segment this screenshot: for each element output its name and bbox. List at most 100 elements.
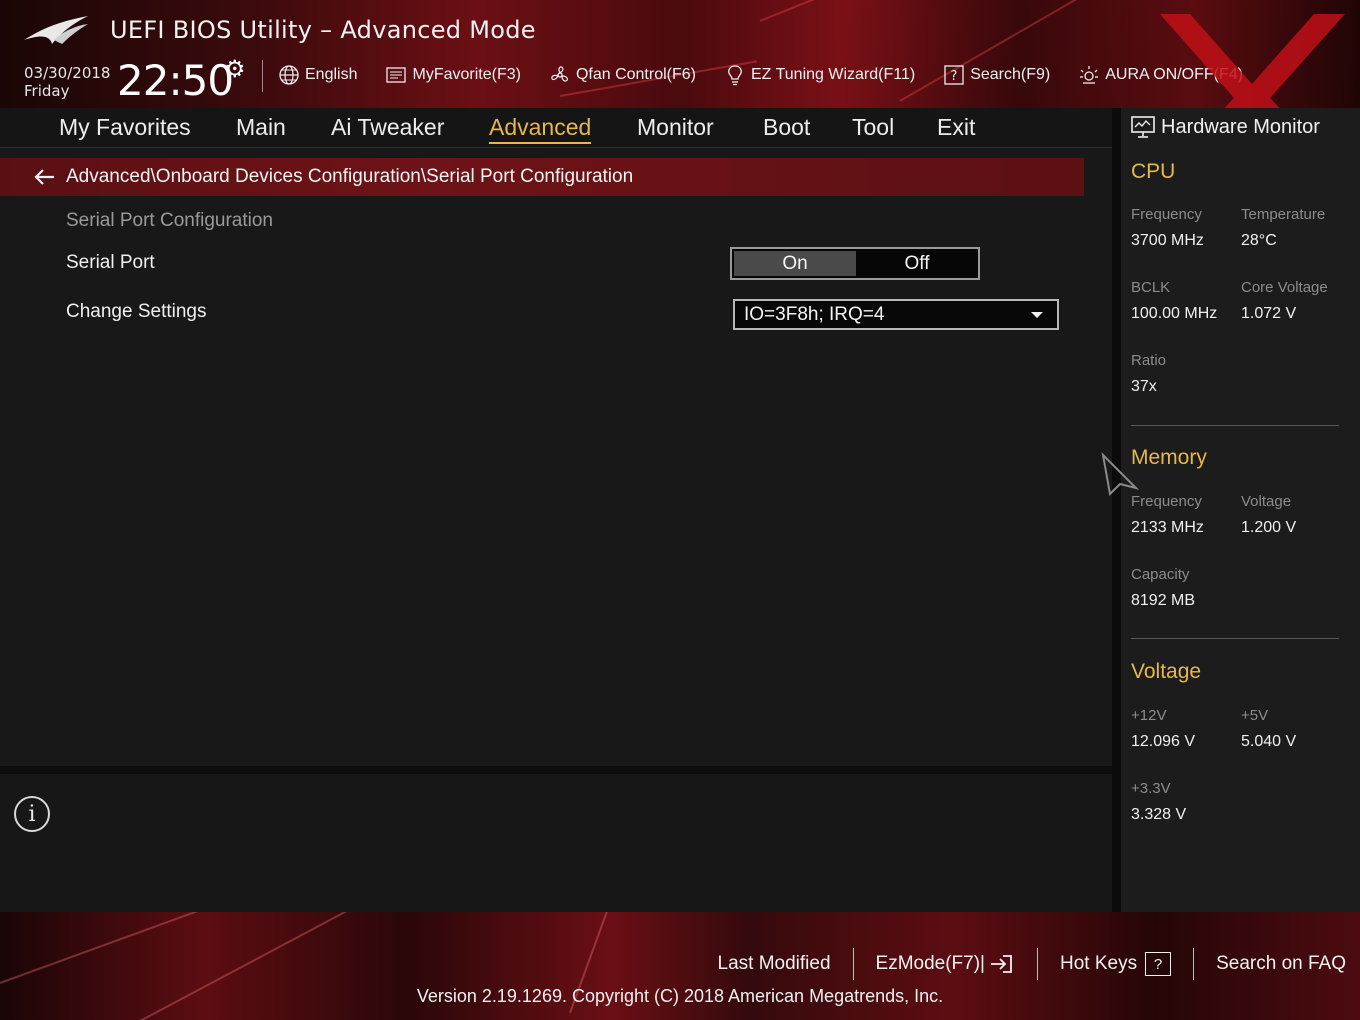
memory-capacity-label: Capacity bbox=[1131, 566, 1190, 583]
hw-section-divider bbox=[1131, 638, 1339, 639]
section-title: Serial Port Configuration bbox=[66, 210, 273, 231]
language-button[interactable]: English bbox=[278, 64, 357, 86]
copyright-text: Version 2.19.1269. Copyright (C) 2018 Am… bbox=[416, 986, 944, 1006]
tab-main[interactable]: Main bbox=[236, 114, 286, 141]
hardware-monitor-header: Hardware Monitor bbox=[1121, 108, 1360, 146]
voltage-5v-value: 5.040 V bbox=[1241, 733, 1297, 750]
cpu-section-title: CPU bbox=[1131, 160, 1176, 183]
footer-bar: Last Modified EzMode(F7)| Hot Keys ? Sea… bbox=[0, 912, 1360, 1020]
hardware-monitor-title: Hardware Monitor bbox=[1161, 115, 1320, 138]
help-info-panel: i bbox=[0, 774, 1112, 912]
monitor-icon bbox=[1131, 116, 1155, 138]
header-separator bbox=[262, 60, 263, 92]
mouse-cursor-icon bbox=[1101, 452, 1140, 496]
tab-ai-tweaker[interactable]: Ai Tweaker bbox=[331, 114, 444, 141]
question-key-icon: ? bbox=[1145, 952, 1172, 976]
tab-monitor[interactable]: Monitor bbox=[637, 114, 714, 141]
hardware-monitor-panel: Hardware Monitor CPU Frequency Temperatu… bbox=[1121, 108, 1360, 912]
last-modified-button[interactable]: Last Modified bbox=[696, 953, 853, 975]
serial-port-toggle[interactable]: On Off bbox=[730, 247, 980, 280]
cpu-core-voltage-value: 1.072 V bbox=[1241, 305, 1297, 322]
serial-port-off-option[interactable]: Off bbox=[856, 249, 978, 278]
search-faq-label: Search on FAQ bbox=[1216, 953, 1346, 974]
cpu-ratio-value: 37x bbox=[1131, 378, 1157, 395]
tab-advanced[interactable]: Advanced bbox=[489, 114, 592, 144]
main-menu-bar: My Favorites Main Ai Tweaker Advanced Mo… bbox=[0, 108, 1112, 148]
breadcrumb: Advanced\Onboard Devices Configuration\S… bbox=[0, 158, 1084, 196]
cpu-core-voltage-label: Core Voltage bbox=[1241, 279, 1328, 296]
clock[interactable]: 22:50 bbox=[117, 56, 234, 105]
search-label: Search(F9) bbox=[970, 66, 1051, 83]
qfan-control-label: Qfan Control(F6) bbox=[575, 66, 696, 83]
cpu-temperature-label: Temperature bbox=[1241, 206, 1326, 223]
footer-decor-streak bbox=[0, 912, 245, 984]
memory-voltage-value: 1.200 V bbox=[1241, 519, 1297, 536]
voltage-3v3-value: 3.328 V bbox=[1131, 806, 1187, 823]
info-icon: i bbox=[14, 796, 50, 832]
memory-frequency-label: Frequency bbox=[1131, 493, 1202, 510]
serial-port-on-option[interactable]: On bbox=[734, 251, 856, 276]
language-label: English bbox=[305, 66, 358, 83]
header-bar: UEFI BIOS Utility – Advanced Mode 03/30/… bbox=[0, 0, 1360, 108]
day-label: Friday bbox=[24, 82, 70, 100]
lightbulb-icon bbox=[728, 65, 742, 86]
memory-capacity-value: 8192 MB bbox=[1131, 592, 1196, 609]
hw-section-divider bbox=[1131, 425, 1339, 426]
clock-settings-gear-icon[interactable]: ⚙ bbox=[224, 55, 246, 83]
tab-boot[interactable]: Boot bbox=[763, 114, 810, 141]
panel-divider bbox=[0, 766, 1112, 774]
aura-light-icon bbox=[1080, 66, 1099, 84]
breadcrumb-path: Advanced\Onboard Devices Configuration\S… bbox=[66, 166, 634, 187]
cpu-frequency-label: Frequency bbox=[1131, 206, 1202, 223]
search-faq-button[interactable]: Search on FAQ bbox=[1194, 953, 1346, 975]
voltage-5v-label: +5V bbox=[1241, 707, 1269, 724]
favorite-list-icon bbox=[386, 67, 407, 83]
exit-to-ezmode-icon bbox=[991, 955, 1012, 973]
tab-my-favorites[interactable]: My Favorites bbox=[59, 114, 191, 141]
svg-text:?: ? bbox=[951, 69, 958, 84]
memory-frequency-value: 2133 MHz bbox=[1131, 519, 1204, 536]
cpu-ratio-label: Ratio bbox=[1131, 352, 1167, 369]
cpu-bclk-value: 100.00 MHz bbox=[1131, 305, 1218, 322]
vertical-separator bbox=[1112, 108, 1121, 912]
change-settings-dropdown[interactable]: IO=3F8h; IRQ=4 bbox=[733, 299, 1059, 330]
app-title: UEFI BIOS Utility – Advanced Mode bbox=[110, 16, 536, 44]
memory-section-title: Memory bbox=[1131, 446, 1207, 469]
hot-keys-button[interactable]: Hot Keys ? bbox=[1038, 952, 1193, 976]
tab-exit[interactable]: Exit bbox=[937, 114, 975, 141]
question-box-icon: ? bbox=[944, 65, 964, 85]
cpu-frequency-value: 3700 MHz bbox=[1131, 232, 1204, 249]
cpu-temperature-value: 28°C bbox=[1241, 232, 1277, 249]
watermark-xx-logo bbox=[1160, 14, 1345, 108]
chevron-down-icon bbox=[1031, 312, 1043, 318]
voltage-12v-value: 12.096 V bbox=[1131, 733, 1196, 750]
hot-keys-label: Hot Keys bbox=[1060, 953, 1138, 974]
ez-tuning-wizard-button[interactable]: EZ Tuning Wizard(F11) bbox=[724, 64, 915, 86]
qfan-control-button[interactable]: Qfan Control(F6) bbox=[549, 64, 696, 86]
ezmode-label: EzMode(F7)| bbox=[875, 953, 985, 974]
globe-icon bbox=[279, 65, 299, 85]
footer-links: Last Modified EzMode(F7)| Hot Keys ? Sea… bbox=[696, 948, 1346, 980]
search-button[interactable]: ? Search(F9) bbox=[943, 64, 1050, 86]
memory-voltage-label: Voltage bbox=[1241, 493, 1292, 510]
header-decor-streak bbox=[759, 0, 1150, 22]
settings-panel: Advanced\Onboard Devices Configuration\S… bbox=[0, 148, 1112, 766]
rog-logo-icon bbox=[24, 16, 88, 44]
change-settings-value: IO=3F8h; IRQ=4 bbox=[744, 303, 885, 325]
tab-tool[interactable]: Tool bbox=[852, 114, 894, 141]
ez-tuning-wizard-label: EZ Tuning Wizard(F11) bbox=[750, 66, 916, 83]
voltage-3v3-label: +3.3V bbox=[1131, 780, 1171, 797]
date-label: 03/30/2018 bbox=[24, 64, 111, 82]
voltage-section-title: Voltage bbox=[1131, 660, 1202, 683]
serial-port-label: Serial Port bbox=[66, 252, 155, 273]
myfavorite-button[interactable]: MyFavorite(F3) bbox=[385, 64, 521, 86]
back-arrow-icon[interactable] bbox=[32, 167, 56, 187]
cpu-bclk-label: BCLK bbox=[1131, 279, 1171, 296]
last-modified-label: Last Modified bbox=[717, 953, 831, 974]
voltage-12v-label: +12V bbox=[1131, 707, 1167, 724]
fan-icon bbox=[551, 66, 568, 82]
change-settings-label: Change Settings bbox=[66, 301, 207, 322]
header-toolbar: English MyFavorite(F3) Qfan Control(F6) bbox=[278, 62, 1271, 88]
myfavorite-label: MyFavorite(F3) bbox=[412, 66, 521, 83]
ezmode-button[interactable]: EzMode(F7)| bbox=[854, 953, 1037, 975]
